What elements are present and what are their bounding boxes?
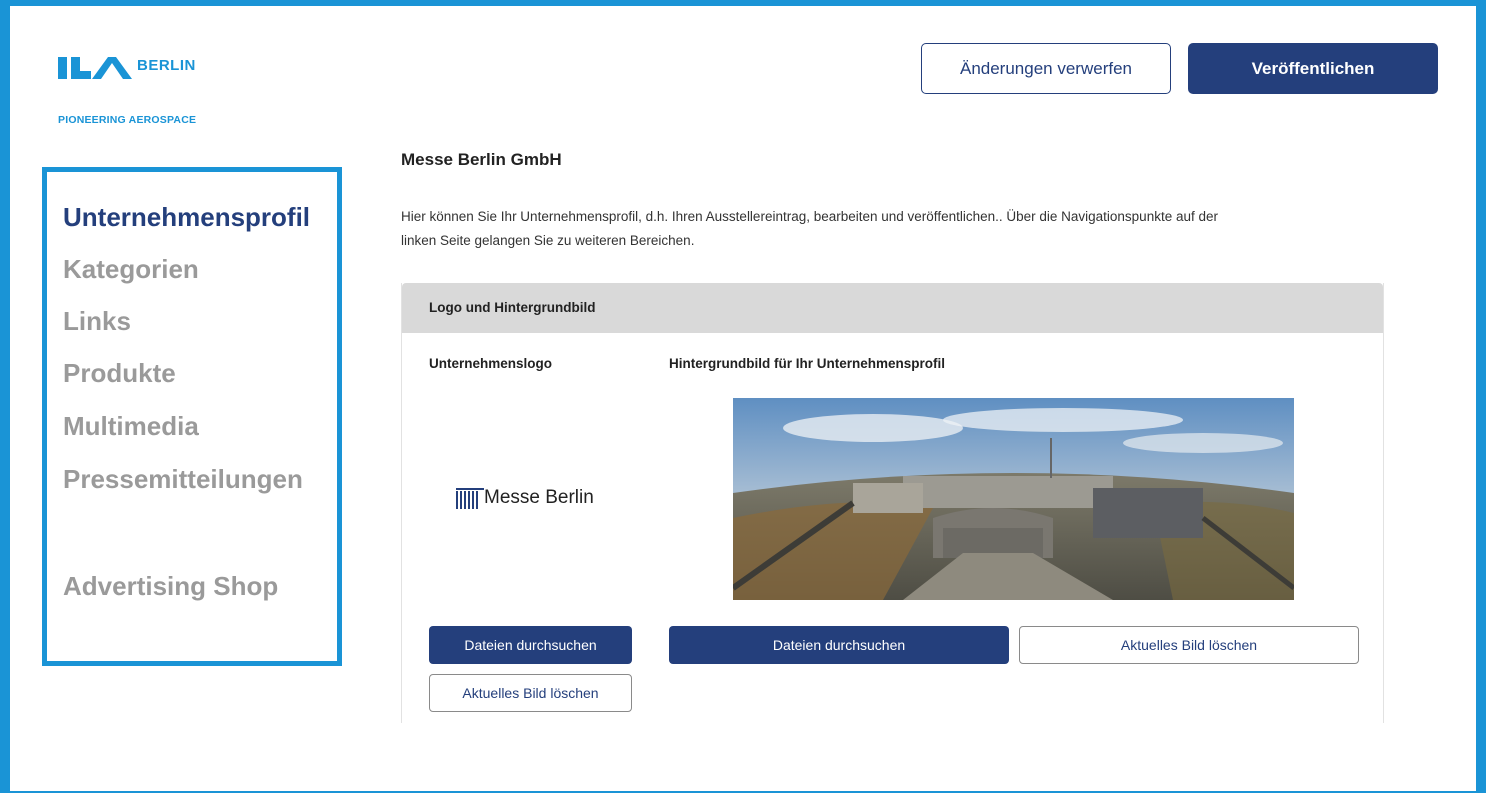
sidebar-item-advertising-shop[interactable]: Advertising Shop xyxy=(63,571,278,602)
sidebar-item-produkte[interactable]: Produkte xyxy=(63,358,176,389)
logo-delete-image-button[interactable]: Aktuelles Bild löschen xyxy=(429,674,632,712)
sidebar-item-unternehmensprofil[interactable]: Unternehmensprofil xyxy=(63,202,310,233)
panel-header: Logo und Hintergrundbild xyxy=(402,283,1383,333)
publish-button[interactable]: Veröffentlichen xyxy=(1188,43,1438,94)
sidebar-nav: Unternehmensprofil Kategorien Links Prod… xyxy=(42,167,342,666)
messe-bars-icon xyxy=(456,487,484,509)
company-logo-text: Messe Berlin xyxy=(484,487,594,508)
intro-text: Hier können Sie Ihr Unternehmensprofil, … xyxy=(401,205,1391,253)
background-column-label: Hintergrundbild für Ihr Unternehmensprof… xyxy=(669,356,945,371)
aerial-photo-icon xyxy=(733,398,1294,600)
ila-berlin-logo[interactable]: BERLIN PIONEERING AEROSPACE xyxy=(58,52,228,132)
intro-line-2: linken Seite gelangen Sie zu weiteren Be… xyxy=(401,233,695,248)
logo-tagline: PIONEERING AEROSPACE xyxy=(58,114,197,126)
sidebar-item-links[interactable]: Links xyxy=(63,306,131,337)
logo-city: BERLIN xyxy=(137,57,196,74)
company-logo-preview: Messe Berlin xyxy=(456,483,626,513)
logo-browse-files-button[interactable]: Dateien durchsuchen xyxy=(429,626,632,664)
panel-title: Logo und Hintergrundbild xyxy=(429,300,596,315)
background-delete-image-button[interactable]: Aktuelles Bild löschen xyxy=(1019,626,1359,664)
logo-column-label: Unternehmenslogo xyxy=(429,356,553,371)
company-name: Messe Berlin GmbH xyxy=(401,150,562,169)
sidebar-item-multimedia[interactable]: Multimedia xyxy=(63,411,199,442)
logo-background-panel: Logo und Hintergrundbild Unternehmenslog… xyxy=(401,283,1384,723)
discard-changes-button[interactable]: Änderungen verwerfen xyxy=(921,43,1171,94)
sidebar-item-pressemitteilungen[interactable]: Pressemitteilungen xyxy=(63,464,303,495)
sidebar-item-kategorien[interactable]: Kategorien xyxy=(63,254,199,285)
background-image-preview xyxy=(733,398,1294,600)
intro-line-1: Hier können Sie Ihr Unternehmensprofil, … xyxy=(401,209,1218,224)
background-browse-files-button[interactable]: Dateien durchsuchen xyxy=(669,626,1009,664)
ila-wordmark-icon xyxy=(58,57,132,79)
